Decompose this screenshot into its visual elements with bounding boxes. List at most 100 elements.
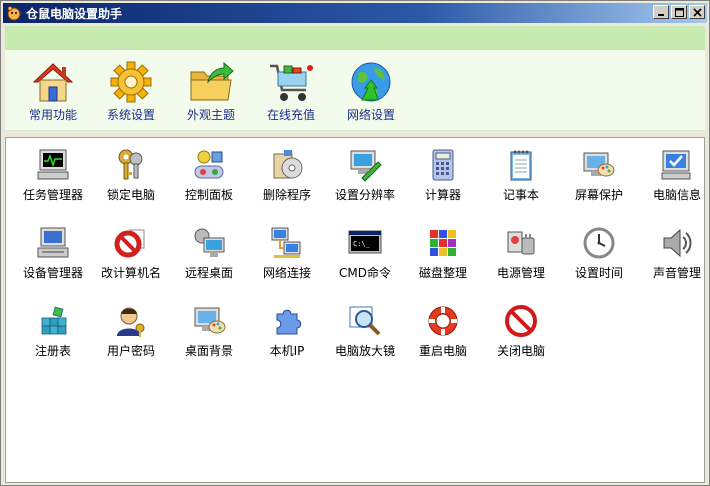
close-icon xyxy=(692,7,702,17)
screensaver-icon xyxy=(583,152,615,177)
grid-item-local-ip[interactable]: 本机IP xyxy=(247,304,327,360)
grid-item-label: 本机IP xyxy=(269,344,305,358)
defrag-icon xyxy=(430,230,456,256)
gear-icon xyxy=(110,61,152,103)
grid-item-screensaver[interactable]: 屏幕保护 xyxy=(559,148,639,204)
network-connection-icon xyxy=(271,227,301,258)
grid-item-label: 远程桌面 xyxy=(184,266,233,280)
grid-item-lock-computer[interactable]: 锁定电脑 xyxy=(91,148,171,204)
grid-item-computer-info[interactable]: 电脑信息 xyxy=(637,148,710,204)
minimize-button[interactable] xyxy=(653,5,669,19)
grid-item-label: 重启电脑 xyxy=(418,344,467,358)
banner-bar xyxy=(5,26,705,50)
grid-item-label: 电源管理 xyxy=(496,266,545,280)
toolbar-common-functions[interactable]: 常用功能 xyxy=(13,60,93,128)
restart-icon xyxy=(428,306,458,336)
grid-item-label: 锁定电脑 xyxy=(106,188,155,202)
maximize-button[interactable] xyxy=(671,5,687,19)
grid-item-label: 任务管理器 xyxy=(22,188,83,202)
uninstall-icon xyxy=(273,150,303,179)
grid-item-uninstall[interactable]: 删除程序 xyxy=(247,148,327,204)
computer-info-icon xyxy=(661,150,691,180)
magnifier-icon xyxy=(349,306,381,336)
grid-item-label: 注册表 xyxy=(34,344,71,358)
grid-item-label: 删除程序 xyxy=(262,188,311,202)
puzzle-icon xyxy=(276,309,302,335)
cmd-icon: C:\_ xyxy=(348,230,382,254)
grid-item-label: CMD命令 xyxy=(339,266,391,280)
shopping-cart-icon xyxy=(270,64,313,101)
toolbar-appearance-theme[interactable]: 外观主题 xyxy=(171,60,251,128)
maximize-icon xyxy=(674,7,684,17)
grid-item-label: 计算器 xyxy=(424,188,461,202)
clock-icon xyxy=(583,227,615,259)
power-management-icon xyxy=(507,231,535,255)
grid-item-calculator[interactable]: 计算器 xyxy=(403,148,483,204)
task-manager-icon xyxy=(37,149,69,180)
title-bar[interactable]: 仓鼠电脑设置助手 xyxy=(3,3,707,23)
app-window: 仓鼠电脑设置助手 常用功能 系统设置 外观主题 在线充值 网络设置 任务管理器 … xyxy=(0,0,710,486)
toolbar-label: 常用功能 xyxy=(28,108,77,122)
grid-item-notepad[interactable]: 记事本 xyxy=(481,148,561,204)
grid-item-shutdown[interactable]: 关闭电脑 xyxy=(481,304,561,360)
grid-item-label: 关闭电脑 xyxy=(496,344,545,358)
control-panel-icon xyxy=(194,150,224,179)
grid-item-task-manager[interactable]: 任务管理器 xyxy=(13,148,93,204)
grid-item-cmd[interactable]: C:\_ CMD命令 xyxy=(325,226,405,282)
grid-item-sound-management[interactable]: 声音管理 xyxy=(637,226,710,282)
globe-icon xyxy=(351,62,391,102)
toolbar-system-settings[interactable]: 系统设置 xyxy=(91,60,171,128)
rename-computer-icon xyxy=(114,229,145,258)
grid-item-label: 设备管理器 xyxy=(22,266,83,280)
hamster-app-icon xyxy=(7,6,21,21)
grid-item-control-panel[interactable]: 控制面板 xyxy=(169,148,249,204)
grid-item-label: 控制面板 xyxy=(184,188,233,202)
toolbar-label: 网络设置 xyxy=(346,108,395,122)
speaker-icon xyxy=(663,228,692,258)
toolbar-label: 系统设置 xyxy=(106,108,155,122)
registry-icon xyxy=(41,306,67,335)
grid-item-restart[interactable]: 重启电脑 xyxy=(403,304,483,360)
grid-item-label: 电脑放大镜 xyxy=(334,344,395,358)
device-manager-icon xyxy=(37,227,69,258)
toolbar-network-settings[interactable]: 网络设置 xyxy=(331,60,411,128)
user-password-icon xyxy=(117,307,145,337)
grid-item-label: 用户密码 xyxy=(106,344,155,358)
keys-icon xyxy=(118,149,143,180)
minimize-icon xyxy=(658,14,664,16)
grid-item-magnifier[interactable]: 电脑放大镜 xyxy=(325,304,405,360)
grid-item-label: 桌面背景 xyxy=(184,344,233,358)
calculator-icon xyxy=(432,149,454,181)
grid-item-label: 屏幕保护 xyxy=(574,188,623,202)
grid-item-remote-desktop[interactable]: 远程桌面 xyxy=(169,226,249,282)
display-settings-icon xyxy=(350,150,382,182)
grid-item-label: 设置分辨率 xyxy=(334,188,395,202)
toolbar-label: 在线充值 xyxy=(266,108,315,122)
grid-item-device-manager[interactable]: 设备管理器 xyxy=(13,226,93,282)
grid-item-user-password[interactable]: 用户密码 xyxy=(91,304,171,360)
grid-item-label: 记事本 xyxy=(502,188,539,202)
grid-item-registry[interactable]: 注册表 xyxy=(13,304,93,360)
grid-item-label: 设置时间 xyxy=(574,266,623,280)
desktop-background-icon xyxy=(194,307,226,334)
remote-desktop-icon xyxy=(194,228,225,257)
main-toolbar: 常用功能 系统设置 外观主题 在线充值 网络设置 xyxy=(5,50,705,131)
grid-item-label: 改计算机名 xyxy=(100,266,161,280)
toolbar-online-recharge[interactable]: 在线充值 xyxy=(251,60,331,128)
grid-item-label: 声音管理 xyxy=(652,266,701,280)
notepad-icon xyxy=(510,150,532,181)
shutdown-icon xyxy=(505,305,537,337)
grid-item-set-time[interactable]: 设置时间 xyxy=(559,226,639,282)
toolbar-label: 外观主题 xyxy=(186,108,235,122)
grid-item-network-connection[interactable]: 网络连接 xyxy=(247,226,327,282)
close-button[interactable] xyxy=(689,5,705,19)
grid-item-power-management[interactable]: 电源管理 xyxy=(481,226,561,282)
grid-item-label: 磁盘整理 xyxy=(418,266,467,280)
grid-item-disk-defrag[interactable]: 磁盘整理 xyxy=(403,226,483,282)
grid-item-display-resolution[interactable]: 设置分辨率 xyxy=(325,148,405,204)
grid-item-rename-computer[interactable]: 改计算机名 xyxy=(91,226,171,282)
home-icon xyxy=(32,63,74,102)
grid-item-desktop-background[interactable]: 桌面背景 xyxy=(169,304,249,360)
folder-arrow-icon xyxy=(190,61,234,101)
svg-text:C:\_: C:\_ xyxy=(353,240,371,248)
